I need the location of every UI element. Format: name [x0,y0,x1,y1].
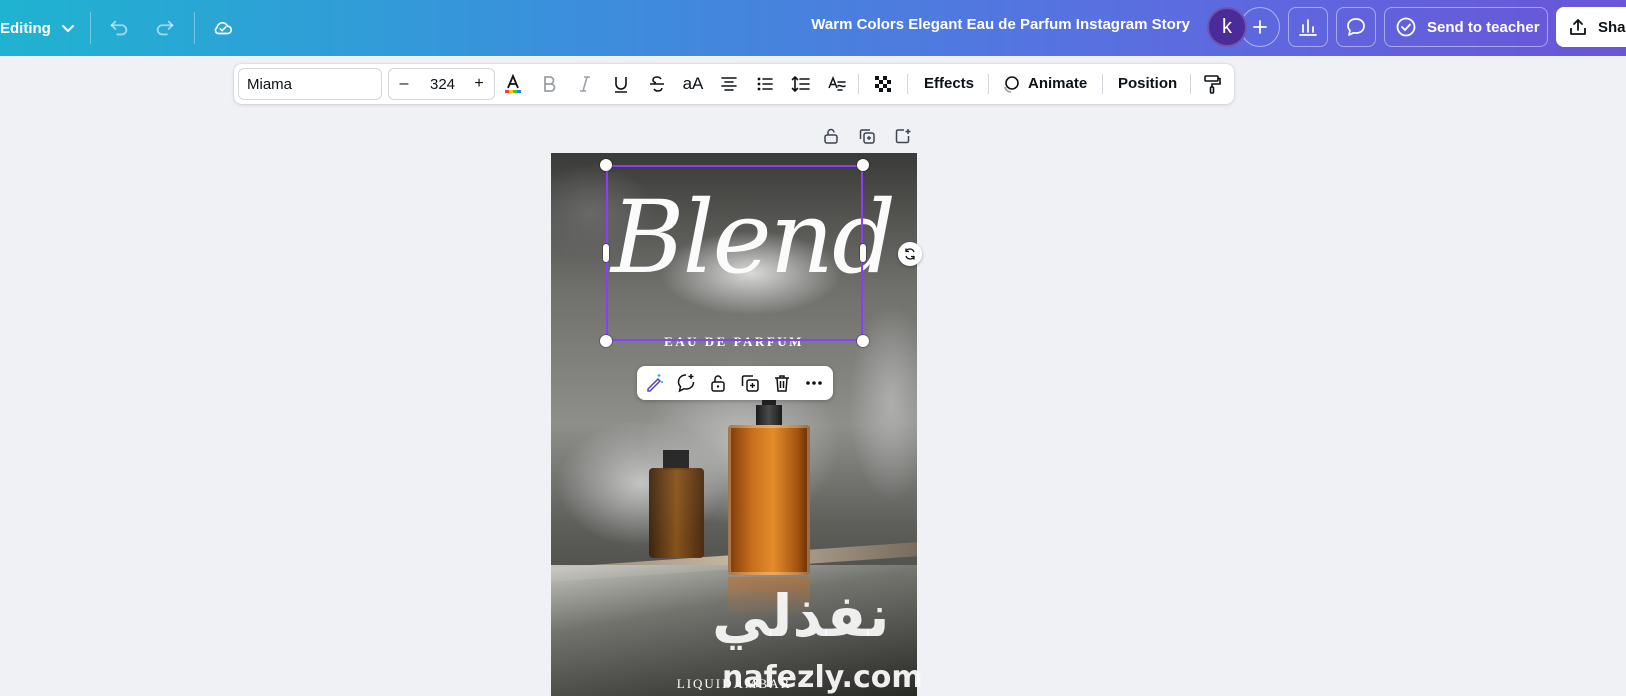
toolbar-divider [1190,74,1191,94]
document-title[interactable]: Warm Colors Elegant Eau de Parfum Instag… [760,16,1190,33]
text-color-icon [505,74,521,93]
send-to-teacher-button[interactable]: Send to teacher [1384,7,1548,47]
line-spacing-icon [791,75,810,93]
lock-element-button[interactable] [705,370,731,396]
editing-mode-label: Editing [0,19,51,37]
topbar-divider [194,12,195,44]
copy-style-button[interactable] [1197,69,1227,99]
toolbar-divider [1102,74,1103,94]
undo-button[interactable] [103,12,135,44]
resize-handle-bottom-right[interactable] [857,335,869,347]
watermark-arabic: نفذلي [712,582,890,650]
align-center-button[interactable] [714,69,744,99]
top-bar: Editing Warm Colors Elegant Eau de Parfu… [0,0,1626,56]
italic-icon [580,76,590,92]
add-comment-button[interactable] [673,370,699,396]
text-toolbar: Miama – 324 + aA Effects Animate Positio… [234,64,1234,104]
animate-icon-button[interactable] [996,69,1026,99]
add-page-icon [895,129,911,144]
bold-button[interactable] [534,69,564,99]
plus-icon [1253,20,1267,34]
comments-button[interactable] [1336,7,1376,47]
transparency-icon [875,76,891,92]
perfume-bottle-neck [756,405,782,427]
resize-handle-left[interactable] [603,244,609,262]
chevron-down-icon [61,25,74,33]
underline-icon [615,77,627,93]
align-center-icon [721,77,737,91]
toolbar-divider [988,74,989,94]
comment-icon [1347,18,1365,36]
bold-icon [544,76,556,92]
add-page-button[interactable] [890,124,916,148]
bar-chart-icon [1299,19,1317,36]
perfume-bottle-image[interactable] [728,425,810,575]
toolbar-divider [907,74,908,94]
rotate-handle[interactable] [898,242,922,266]
duplicate-icon [859,129,875,144]
share-button[interactable]: Share [1556,7,1626,47]
decrease-font-size-button[interactable]: – [395,75,413,93]
share-upload-icon [1570,18,1586,35]
paint-roller-icon [1204,75,1221,94]
lock-page-button[interactable] [818,124,844,148]
unlock-icon [824,128,838,144]
text-effects-style-button[interactable] [822,69,852,99]
text-color-button[interactable] [498,69,528,99]
animate-button[interactable]: Animate [1028,75,1087,92]
cloud-save-button[interactable] [207,12,239,44]
duplicate-element-button[interactable] [737,370,763,396]
send-to-teacher-label: Send to teacher [1427,18,1540,36]
delete-element-button[interactable] [769,370,795,396]
letter-case-button[interactable]: aA [678,69,708,99]
resize-handle-right[interactable] [860,244,866,262]
trash-icon [775,375,789,392]
list-button[interactable] [750,69,780,99]
insights-button[interactable] [1288,7,1328,47]
background-bottle [649,468,704,558]
resize-handle-bottom-left[interactable] [600,335,612,347]
strikethrough-button[interactable] [642,69,672,99]
transparency-button[interactable] [868,69,898,99]
magic-pencil-icon [647,374,663,392]
increase-font-size-button[interactable]: + [470,75,488,93]
font-size-stepper: – 324 + [388,68,495,100]
more-dots-icon [806,381,822,385]
watermark-latin: nafezly.com [722,660,923,695]
undo-icon [110,20,128,36]
redo-button[interactable] [149,12,181,44]
underline-button[interactable] [606,69,636,99]
font-size-input[interactable]: 324 [415,76,470,93]
toolbar-divider [858,74,859,94]
user-avatar[interactable]: k [1207,7,1247,47]
resize-handle-top-left[interactable] [600,159,612,171]
comment-add-icon [677,374,695,393]
effects-button[interactable]: Effects [924,75,974,92]
topbar-divider [90,12,91,44]
selection-frame [606,165,863,341]
italic-button[interactable] [570,69,600,99]
editing-mode-menu[interactable]: Editing [0,14,75,42]
rotate-icon [905,248,915,260]
cloud-check-icon [214,21,233,35]
bullet-list-icon [757,77,773,91]
resize-handle-top-right[interactable] [857,159,869,171]
duplicate-page-button[interactable] [854,124,880,148]
font-family-selector[interactable]: Miama [238,68,382,100]
background-bottle-neck [663,450,689,470]
share-label: Share [1598,18,1626,36]
spacing-button[interactable] [786,69,816,99]
check-circle-icon [1396,17,1416,37]
element-context-toolbar [637,366,833,400]
more-options-button[interactable] [801,370,827,396]
position-button[interactable]: Position [1118,75,1177,92]
lock-icon [711,375,725,392]
redo-icon [156,20,174,36]
duplicate-icon [741,375,759,392]
strikethrough-icon [650,76,664,92]
animate-icon [1004,76,1019,93]
magic-edit-button[interactable] [641,370,667,396]
text-style-icon [828,75,846,91]
